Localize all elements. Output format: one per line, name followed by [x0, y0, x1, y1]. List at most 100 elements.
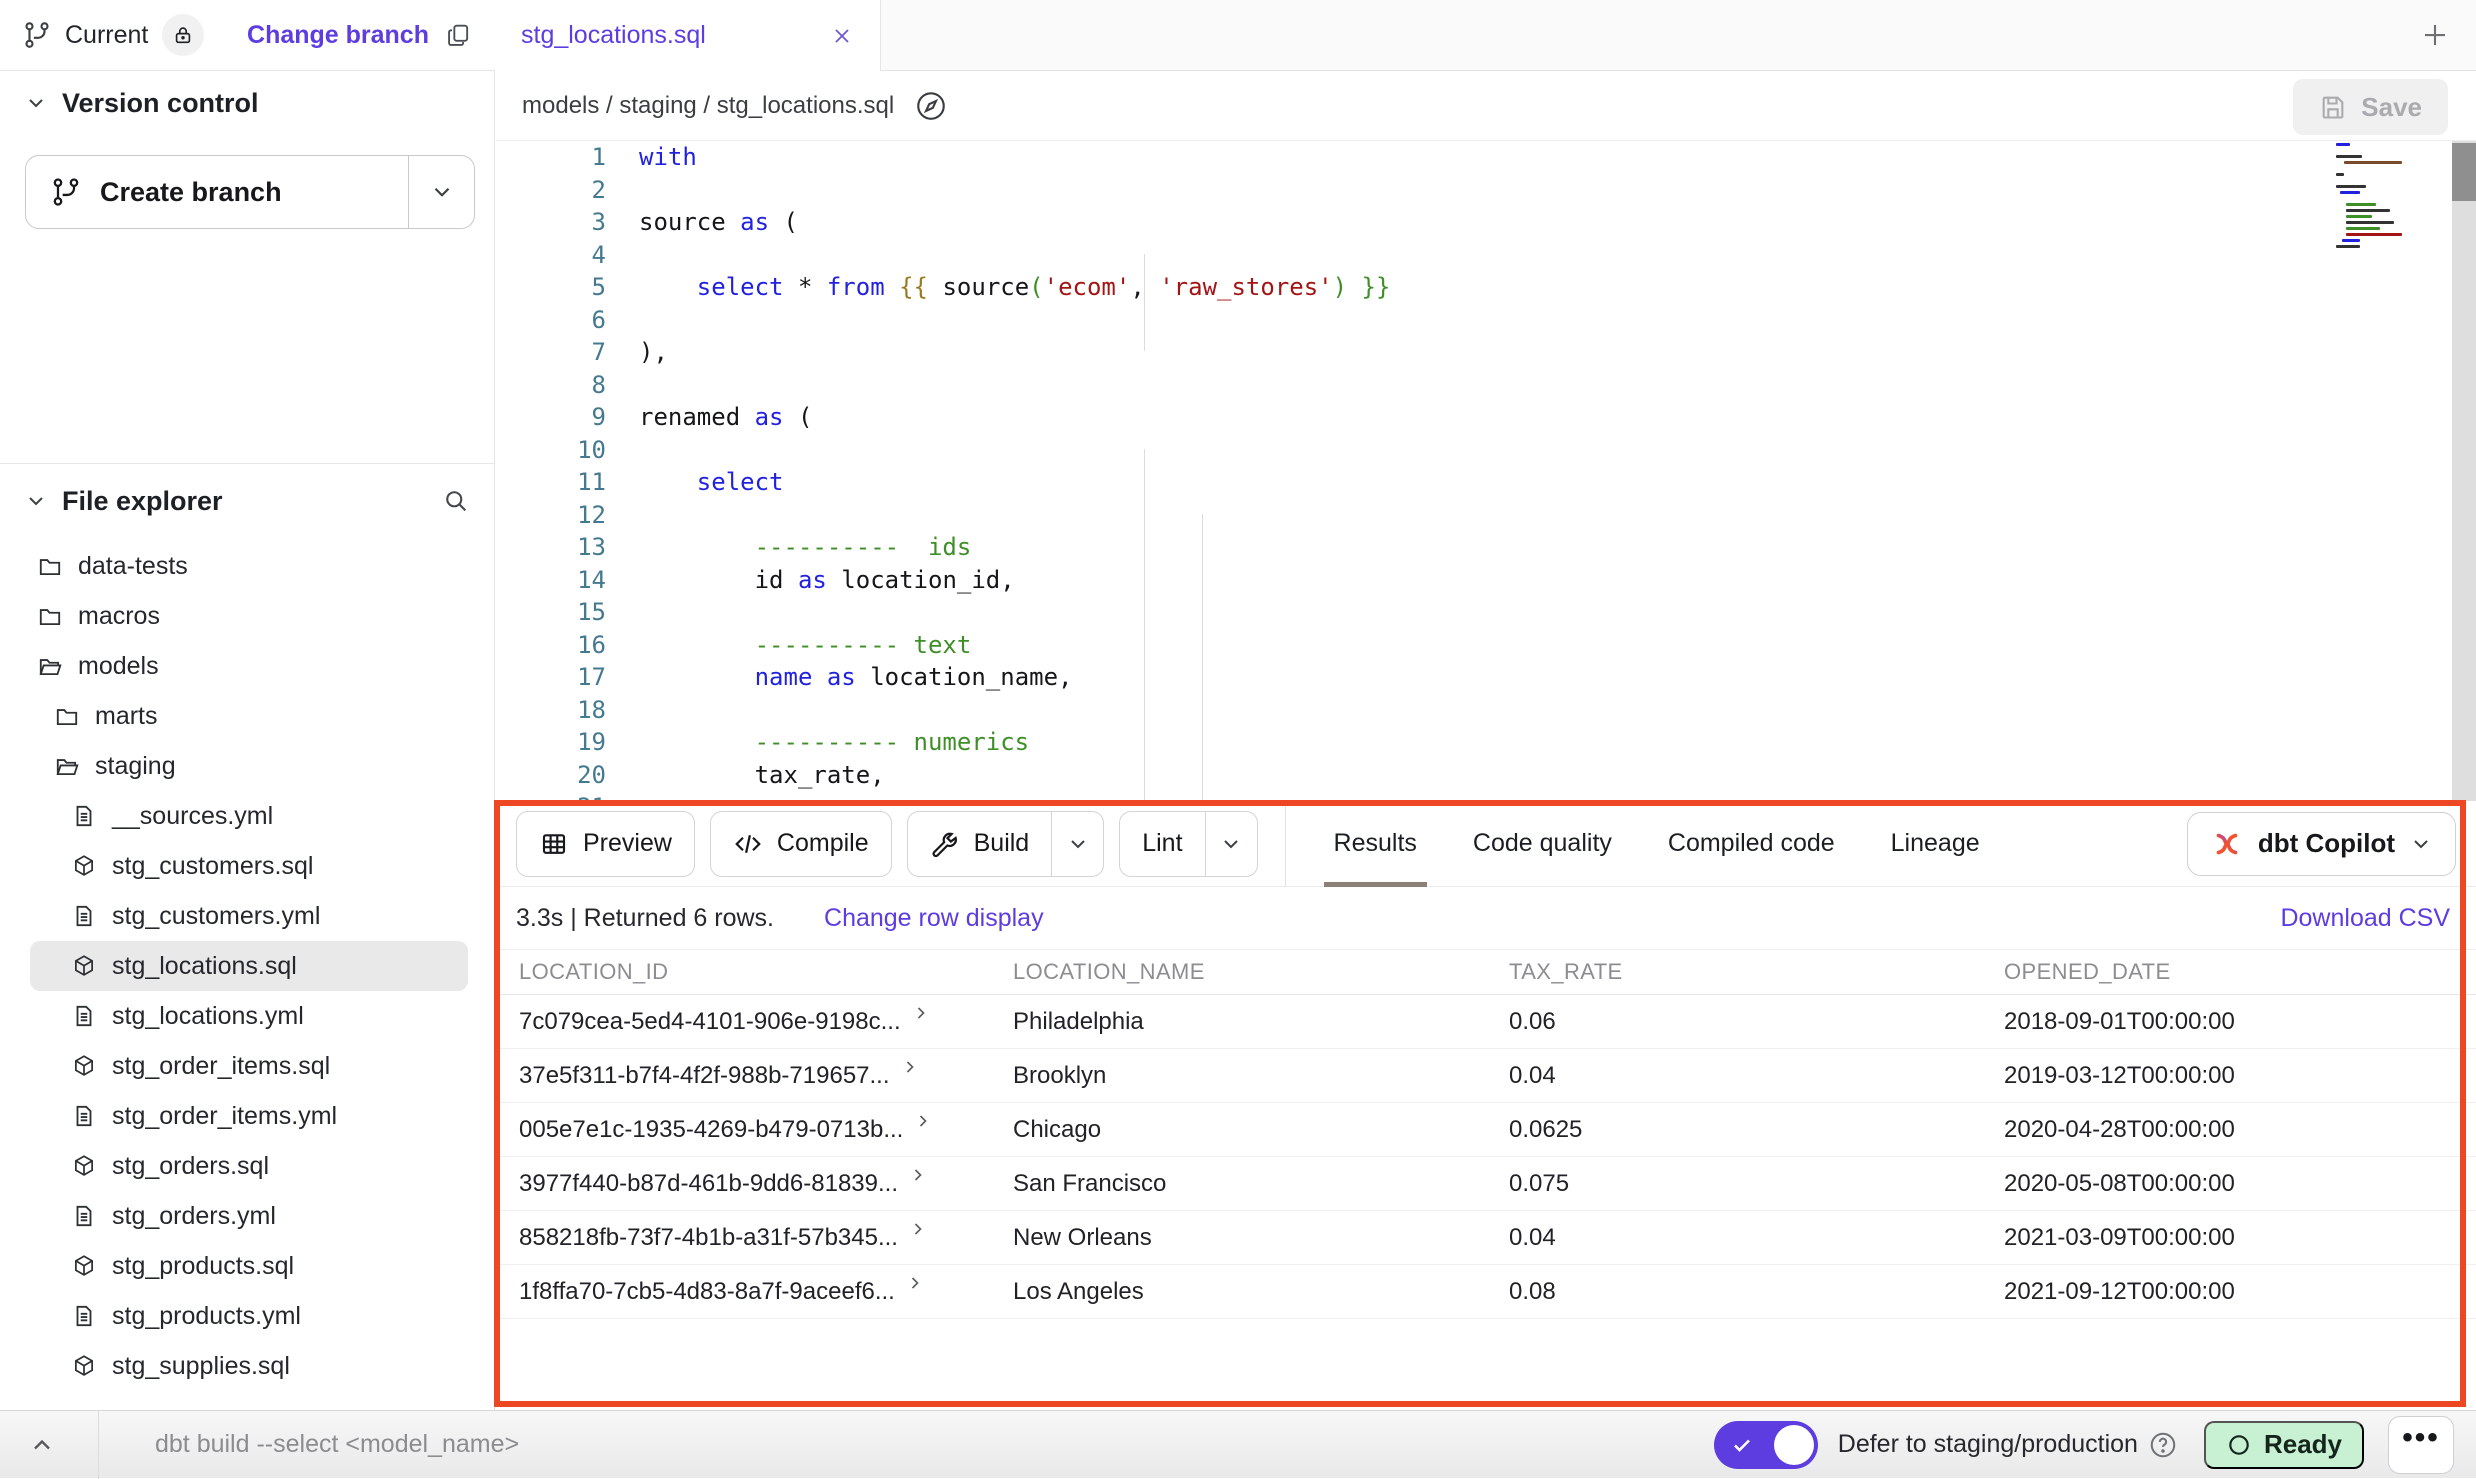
- file-tree-item-stg-products-yml[interactable]: stg_products.yml: [30, 1291, 468, 1341]
- indent-guide: [1144, 254, 1145, 351]
- create-branch-label: Create branch: [100, 177, 282, 208]
- row-expand-icon[interactable]: [905, 1273, 925, 1293]
- code-line: 7),: [496, 336, 2476, 369]
- file-tree-item-models[interactable]: models: [30, 641, 468, 691]
- compile-button[interactable]: Compile: [710, 811, 892, 877]
- cell-location-name: Los Angeles: [990, 1278, 1486, 1306]
- minimap-line: [2346, 227, 2380, 230]
- minimap-line: [2342, 239, 2360, 242]
- file-icon: [71, 1203, 97, 1229]
- tab-lineage[interactable]: Lineage: [1891, 801, 1980, 887]
- table-row: 005e7e1c-1935-4269-b479-0713b...Chicago0…: [496, 1103, 2476, 1157]
- plus-icon[interactable]: [2420, 20, 2450, 50]
- file-icon: [71, 903, 97, 929]
- file-tree-item-staging[interactable]: staging: [30, 741, 468, 791]
- check-icon: [1730, 1433, 1754, 1457]
- chevron-up-icon[interactable]: [28, 1431, 56, 1459]
- editor-scrollbar[interactable]: [2452, 141, 2476, 801]
- code-line: 5 select * from {{ source('ecom', 'raw_s…: [496, 271, 2476, 304]
- cell-location-name: San Francisco: [990, 1170, 1486, 1198]
- code-line: 6: [496, 304, 2476, 337]
- file-tree-item-stg-customers-sql[interactable]: stg_customers.sql: [30, 841, 468, 891]
- dbt-copilot-button[interactable]: dbt Copilot: [2187, 812, 2456, 876]
- minimap-line: [2344, 161, 2402, 164]
- file-tree-item-stg-supplies-sql[interactable]: stg_supplies.sql: [30, 1341, 468, 1391]
- code-line: 4: [496, 239, 2476, 272]
- file-tree-item-stg-products-sql[interactable]: stg_products.sql: [30, 1241, 468, 1291]
- close-icon[interactable]: [830, 24, 854, 48]
- build-dropdown[interactable]: [1051, 812, 1103, 876]
- chevron-down-icon: [1066, 832, 1090, 856]
- help-icon[interactable]: [2148, 1430, 2178, 1460]
- code-editor[interactable]: 1with23source as (45 select * from {{ so…: [496, 141, 2476, 801]
- file-tree-item-macros[interactable]: macros: [30, 591, 468, 641]
- row-expand-icon[interactable]: [913, 1111, 933, 1131]
- preview-button[interactable]: Preview: [516, 811, 695, 877]
- code-line: 19 ---------- numerics: [496, 726, 2476, 759]
- tab-stg-locations-sql[interactable]: stg_locations.sql: [495, 0, 881, 71]
- cell-tax-rate: 0.08: [1486, 1278, 1981, 1306]
- file-tree-item-data-tests[interactable]: data-tests: [30, 541, 468, 591]
- ready-status-button[interactable]: Ready: [2204, 1421, 2364, 1469]
- file-name: __sources.yml: [112, 802, 273, 831]
- panel-tabs: Results Code quality Compiled code Lineage: [1334, 801, 1980, 887]
- more-options-button[interactable]: •••: [2388, 1416, 2454, 1474]
- build-button[interactable]: Build: [907, 811, 1105, 877]
- file-icon: [71, 1303, 97, 1329]
- file-tree-item-stg-order-items-sql[interactable]: stg_order_items.sql: [30, 1041, 468, 1091]
- search-icon[interactable]: [442, 487, 470, 515]
- model-cube-icon: [71, 953, 97, 979]
- file-name: stg_supplies.sql: [112, 1352, 290, 1381]
- save-button[interactable]: Save: [2293, 79, 2448, 135]
- file-tree-item-stg-locations-yml[interactable]: stg_locations.yml: [30, 991, 468, 1041]
- file-tree-item-stg-customers-yml[interactable]: stg_customers.yml: [30, 891, 468, 941]
- row-expand-icon[interactable]: [911, 1003, 931, 1023]
- file-tree-item--sources-yml[interactable]: __sources.yml: [30, 791, 468, 841]
- file-tree-item-stg-orders-yml[interactable]: stg_orders.yml: [30, 1191, 468, 1241]
- tab-compiled-code[interactable]: Compiled code: [1668, 801, 1835, 887]
- change-branch-link[interactable]: Change branch: [247, 21, 429, 50]
- row-expand-icon[interactable]: [900, 1057, 920, 1077]
- version-control-section-header[interactable]: Version control: [0, 79, 494, 127]
- column-header-location_id: LOCATION_ID: [496, 959, 990, 985]
- create-branch-button[interactable]: Create branch: [25, 155, 475, 229]
- file-tree-item-stg-orders-sql[interactable]: stg_orders.sql: [30, 1141, 468, 1191]
- editor-minimap[interactable]: [2336, 143, 2448, 251]
- compass-icon[interactable]: [914, 89, 948, 123]
- row-expand-icon[interactable]: [908, 1165, 928, 1185]
- copy-icon[interactable]: [445, 21, 473, 49]
- cell-opened-date: 2018-09-01T00:00:00: [1981, 1008, 2476, 1036]
- tab-code-quality[interactable]: Code quality: [1473, 801, 1612, 887]
- row-expand-icon[interactable]: [908, 1219, 928, 1239]
- lint-button[interactable]: Lint: [1119, 811, 1257, 877]
- change-row-display-link[interactable]: Change row display: [824, 904, 1044, 933]
- code-text: with: [639, 141, 697, 174]
- copilot-label: dbt Copilot: [2258, 828, 2395, 859]
- code-text: source as (: [639, 206, 798, 239]
- defer-toggle[interactable]: [1714, 1421, 1818, 1469]
- file-tree-item-marts[interactable]: marts: [30, 691, 468, 741]
- minimap-line: [2346, 203, 2376, 206]
- file-name: stg_orders.yml: [112, 1202, 276, 1231]
- file-tree-item-stg-locations-sql[interactable]: stg_locations.sql: [30, 941, 468, 991]
- lint-dropdown[interactable]: [1205, 812, 1257, 876]
- column-header-opened_date: OPENED_DATE: [1981, 959, 2476, 985]
- model-cube-icon: [71, 853, 97, 879]
- tab-results[interactable]: Results: [1334, 801, 1417, 887]
- line-number: 17: [496, 661, 606, 694]
- create-branch-dropdown[interactable]: [408, 156, 474, 228]
- code-line: 3source as (: [496, 206, 2476, 239]
- table-row: 7c079cea-5ed4-4101-906e-9198c...Philadel…: [496, 995, 2476, 1049]
- download-csv-link[interactable]: Download CSV: [2280, 904, 2450, 933]
- cli-command-input[interactable]: dbt build --select <model_name>: [155, 1430, 519, 1459]
- cell-opened-date: 2020-04-28T00:00:00: [1981, 1116, 2476, 1144]
- file-icon: [71, 1103, 97, 1129]
- cell-location-name: New Orleans: [990, 1224, 1486, 1252]
- folder-icon: [37, 553, 63, 579]
- ellipsis-icon: •••: [2402, 1438, 2440, 1452]
- scrollbar-thumb[interactable]: [2452, 143, 2476, 201]
- code-line: 9renamed as (: [496, 401, 2476, 434]
- file-explorer-section-header[interactable]: File explorer: [0, 477, 494, 525]
- file-tree-item-stg-order-items-yml[interactable]: stg_order_items.yml: [30, 1091, 468, 1141]
- breadcrumb: models / staging / stg_locations.sql: [522, 92, 894, 120]
